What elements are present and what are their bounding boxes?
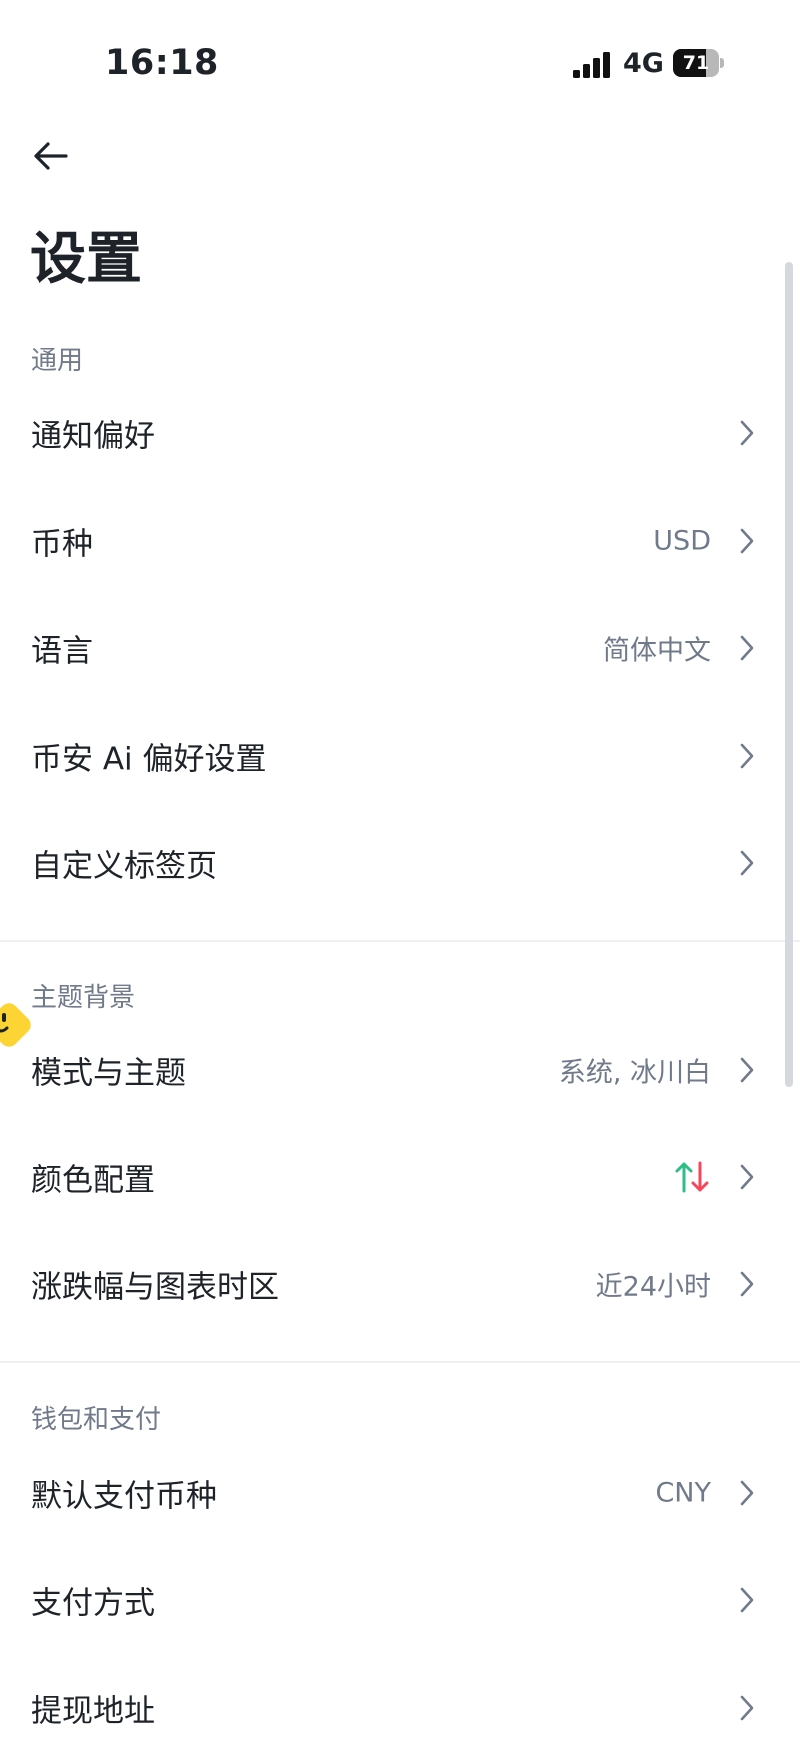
settings-item-custom-tabs[interactable]: 自定义标签页	[0, 809, 790, 916]
status-time: 16:18	[105, 43, 219, 83]
battery-percent: 71	[682, 52, 710, 74]
section-label-theme: 主题背景	[31, 983, 136, 1013]
item-label: 币种	[31, 526, 93, 562]
chevron-right-icon	[740, 1271, 754, 1296]
settings-item-change-timezone[interactable]: 涨跌幅与图表时区 近24小时	[0, 1230, 790, 1337]
settings-item-color-config[interactable]: 颜色配置	[0, 1123, 790, 1230]
chevron-right-icon	[740, 635, 754, 660]
item-label: 涨跌幅与图表时区	[31, 1269, 279, 1305]
settings-item-mode-theme[interactable]: 模式与主题 系统, 冰川白	[0, 1016, 790, 1123]
item-label: 支付方式	[31, 1585, 155, 1621]
item-label: 通知偏好	[31, 418, 155, 454]
item-label: 语言	[31, 633, 93, 669]
item-value: 系统, 冰川白	[558, 1057, 711, 1088]
chevron-right-icon	[740, 743, 754, 768]
chevron-right-icon	[740, 528, 754, 553]
item-value: USD	[653, 525, 711, 556]
item-label: 颜色配置	[31, 1162, 155, 1198]
settings-item-currency[interactable]: 币种 USD	[0, 487, 790, 594]
item-label: 币安 Ai 偏好设置	[31, 741, 267, 777]
up-down-arrows-icon	[675, 1161, 709, 1192]
section-divider	[0, 940, 800, 942]
settings-item-ai-preferences[interactable]: 币安 Ai 偏好设置	[0, 702, 790, 809]
back-button[interactable]	[30, 136, 72, 176]
chevron-right-icon	[740, 420, 754, 445]
scrollbar[interactable]	[785, 262, 793, 1087]
item-label: 模式与主题	[31, 1055, 186, 1091]
floating-assistant-button[interactable]	[0, 994, 40, 1056]
settings-item-default-payment-currency[interactable]: 默认支付币种 CNY	[0, 1439, 790, 1546]
item-value: CNY	[655, 1477, 711, 1508]
chevron-right-icon	[740, 1695, 754, 1720]
section-divider	[0, 1361, 800, 1363]
chevron-right-icon	[740, 1587, 754, 1612]
status-bar: 16:18 4G 71	[0, 0, 800, 120]
network-type: 4G	[623, 48, 664, 79]
chevron-right-icon	[740, 1164, 754, 1189]
signal-icon	[573, 52, 613, 78]
chevron-right-icon	[740, 1057, 754, 1082]
item-value: 简体中文	[603, 635, 711, 666]
chevron-right-icon	[740, 850, 754, 875]
settings-item-withdrawal-addresses[interactable]: 提现地址	[0, 1654, 790, 1761]
section-label-general: 通用	[31, 346, 84, 376]
battery-icon: 71	[673, 49, 724, 77]
item-label: 默认支付币种	[31, 1478, 217, 1514]
item-value: 近24小时	[595, 1271, 711, 1302]
item-label: 自定义标签页	[31, 848, 217, 884]
settings-item-notification-preferences[interactable]: 通知偏好	[0, 379, 790, 486]
settings-item-payment-methods[interactable]: 支付方式	[0, 1546, 790, 1653]
chevron-right-icon	[740, 1480, 754, 1505]
arrow-left-icon	[34, 142, 68, 170]
settings-item-language[interactable]: 语言 简体中文	[0, 594, 790, 701]
item-label: 提现地址	[31, 1693, 155, 1729]
page-title: 设置	[30, 227, 142, 292]
section-label-wallet-payment: 钱包和支付	[31, 1405, 162, 1435]
assistant-face-icon	[0, 1003, 31, 1047]
